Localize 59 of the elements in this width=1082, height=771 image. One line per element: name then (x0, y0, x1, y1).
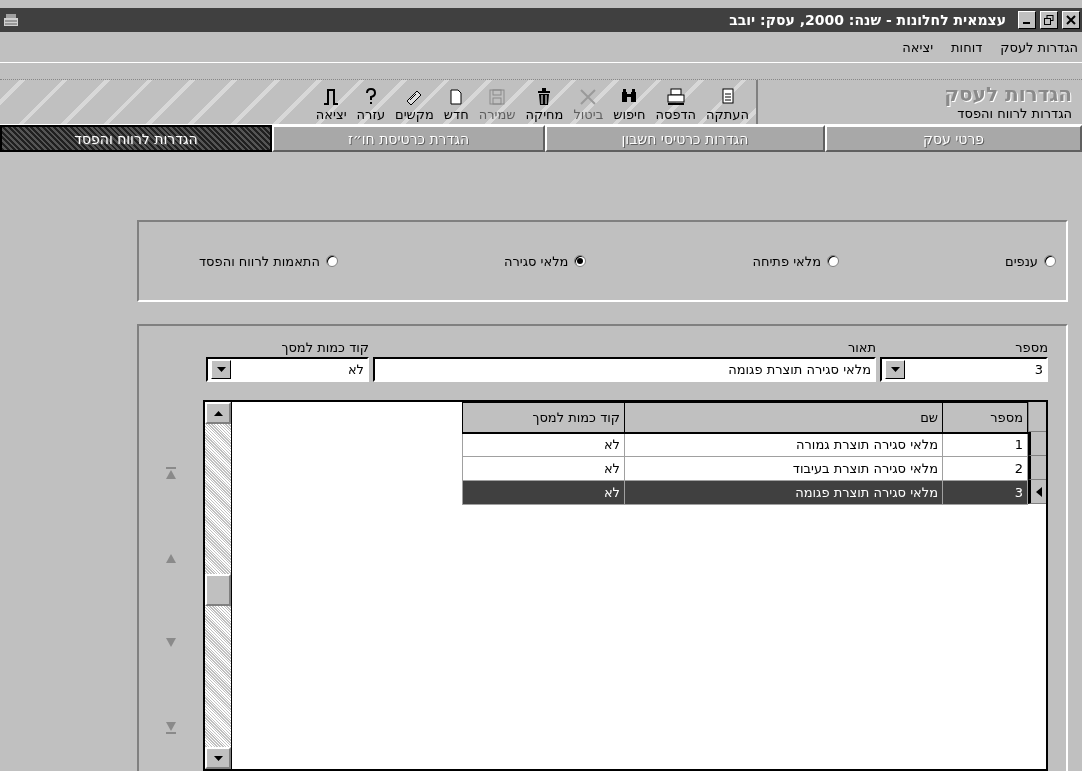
dropdown-field[interactable]: לא (206, 357, 369, 382)
dropdown-icon[interactable] (885, 360, 905, 379)
table-cell: 2 (942, 456, 1028, 481)
toolbar-button[interactable]: מחיקה (522, 87, 567, 122)
menu-item[interactable]: דוחות (951, 39, 983, 55)
tab[interactable]: הגדרות לרווח והפסד (0, 125, 272, 152)
table-cell: לא (462, 432, 625, 457)
row-selector[interactable] (1028, 456, 1046, 480)
table-cell: 3 (942, 480, 1028, 505)
toolbar-button[interactable]: יציאה (312, 87, 350, 122)
minimize-icon[interactable] (1018, 11, 1036, 29)
scroll-up-icon[interactable] (205, 402, 231, 424)
menu-item[interactable]: יציאה (902, 39, 934, 55)
toolbar-button[interactable]: חדש (440, 87, 472, 122)
toolbar-button[interactable]: מקשים (392, 87, 437, 122)
row-selector[interactable] (1028, 432, 1046, 456)
column-header[interactable]: שם (624, 402, 943, 433)
field-label: תאור (846, 340, 876, 355)
field-label: קוד כמות למסך (280, 340, 369, 355)
header-title: הגדרות לעסק (943, 82, 1072, 106)
scroll-thumb[interactable] (205, 574, 231, 606)
header-subtitle: הגדרות לרווח והפסד (956, 106, 1072, 121)
table-cell: 1 (942, 432, 1028, 457)
scroll-down-icon[interactable] (205, 747, 231, 769)
toolbar-button[interactable]: העתקה (703, 87, 752, 122)
typewriter-icon (2, 12, 20, 28)
table-cell: לא (462, 456, 625, 481)
restore-icon[interactable] (1040, 11, 1058, 29)
row-selector[interactable] (1028, 480, 1046, 504)
row-pointer-icon (1035, 486, 1042, 497)
menu-item[interactable]: הגדרות לעסק (1000, 39, 1078, 55)
input-field[interactable]: מלאי סגירה תוצרת פגומה (373, 357, 876, 382)
column-header[interactable]: קוד כמות למסך (462, 402, 625, 433)
table-cell: לא (462, 480, 625, 505)
radio-option[interactable]: מלאי סגירה (503, 253, 587, 269)
radio-option[interactable]: ענפים (1005, 253, 1056, 269)
radio-button[interactable] (826, 255, 839, 267)
table-cell: מלאי סגירה תוצרת פגומה (624, 480, 943, 505)
window-title: עצמאית לחלונות - שנה: 2000, עסק: יובב (729, 12, 1006, 28)
scrollbar[interactable] (205, 402, 232, 769)
radio-button[interactable] (1044, 255, 1056, 267)
print-icon (665, 87, 686, 107)
column-header[interactable]: מספר (942, 402, 1028, 433)
field-label: מספר (1014, 340, 1048, 355)
save-icon (487, 87, 508, 107)
table-cell: מלאי סגירה תוצרת בעיבוד (624, 456, 943, 481)
dropdown-field[interactable]: 3 (880, 357, 1048, 382)
radio-button[interactable] (325, 255, 338, 267)
radio-option[interactable]: מלאי פתיחה (752, 253, 839, 269)
close-icon[interactable] (1062, 11, 1080, 29)
toolbar-button[interactable]: הדפסה (652, 87, 700, 122)
toolbar-button[interactable]: חיפוש (610, 87, 649, 122)
radio-button[interactable] (574, 255, 587, 267)
header-corner-cell (1028, 402, 1046, 432)
table-cell: מלאי סגירה תוצרת גמורה (624, 432, 943, 457)
toolbar-button[interactable]: עזרה (353, 87, 389, 122)
radio-option[interactable]: התאמות לרווח והפסד (199, 253, 338, 269)
cancel-icon (578, 87, 599, 107)
dropdown-icon[interactable] (211, 360, 231, 379)
